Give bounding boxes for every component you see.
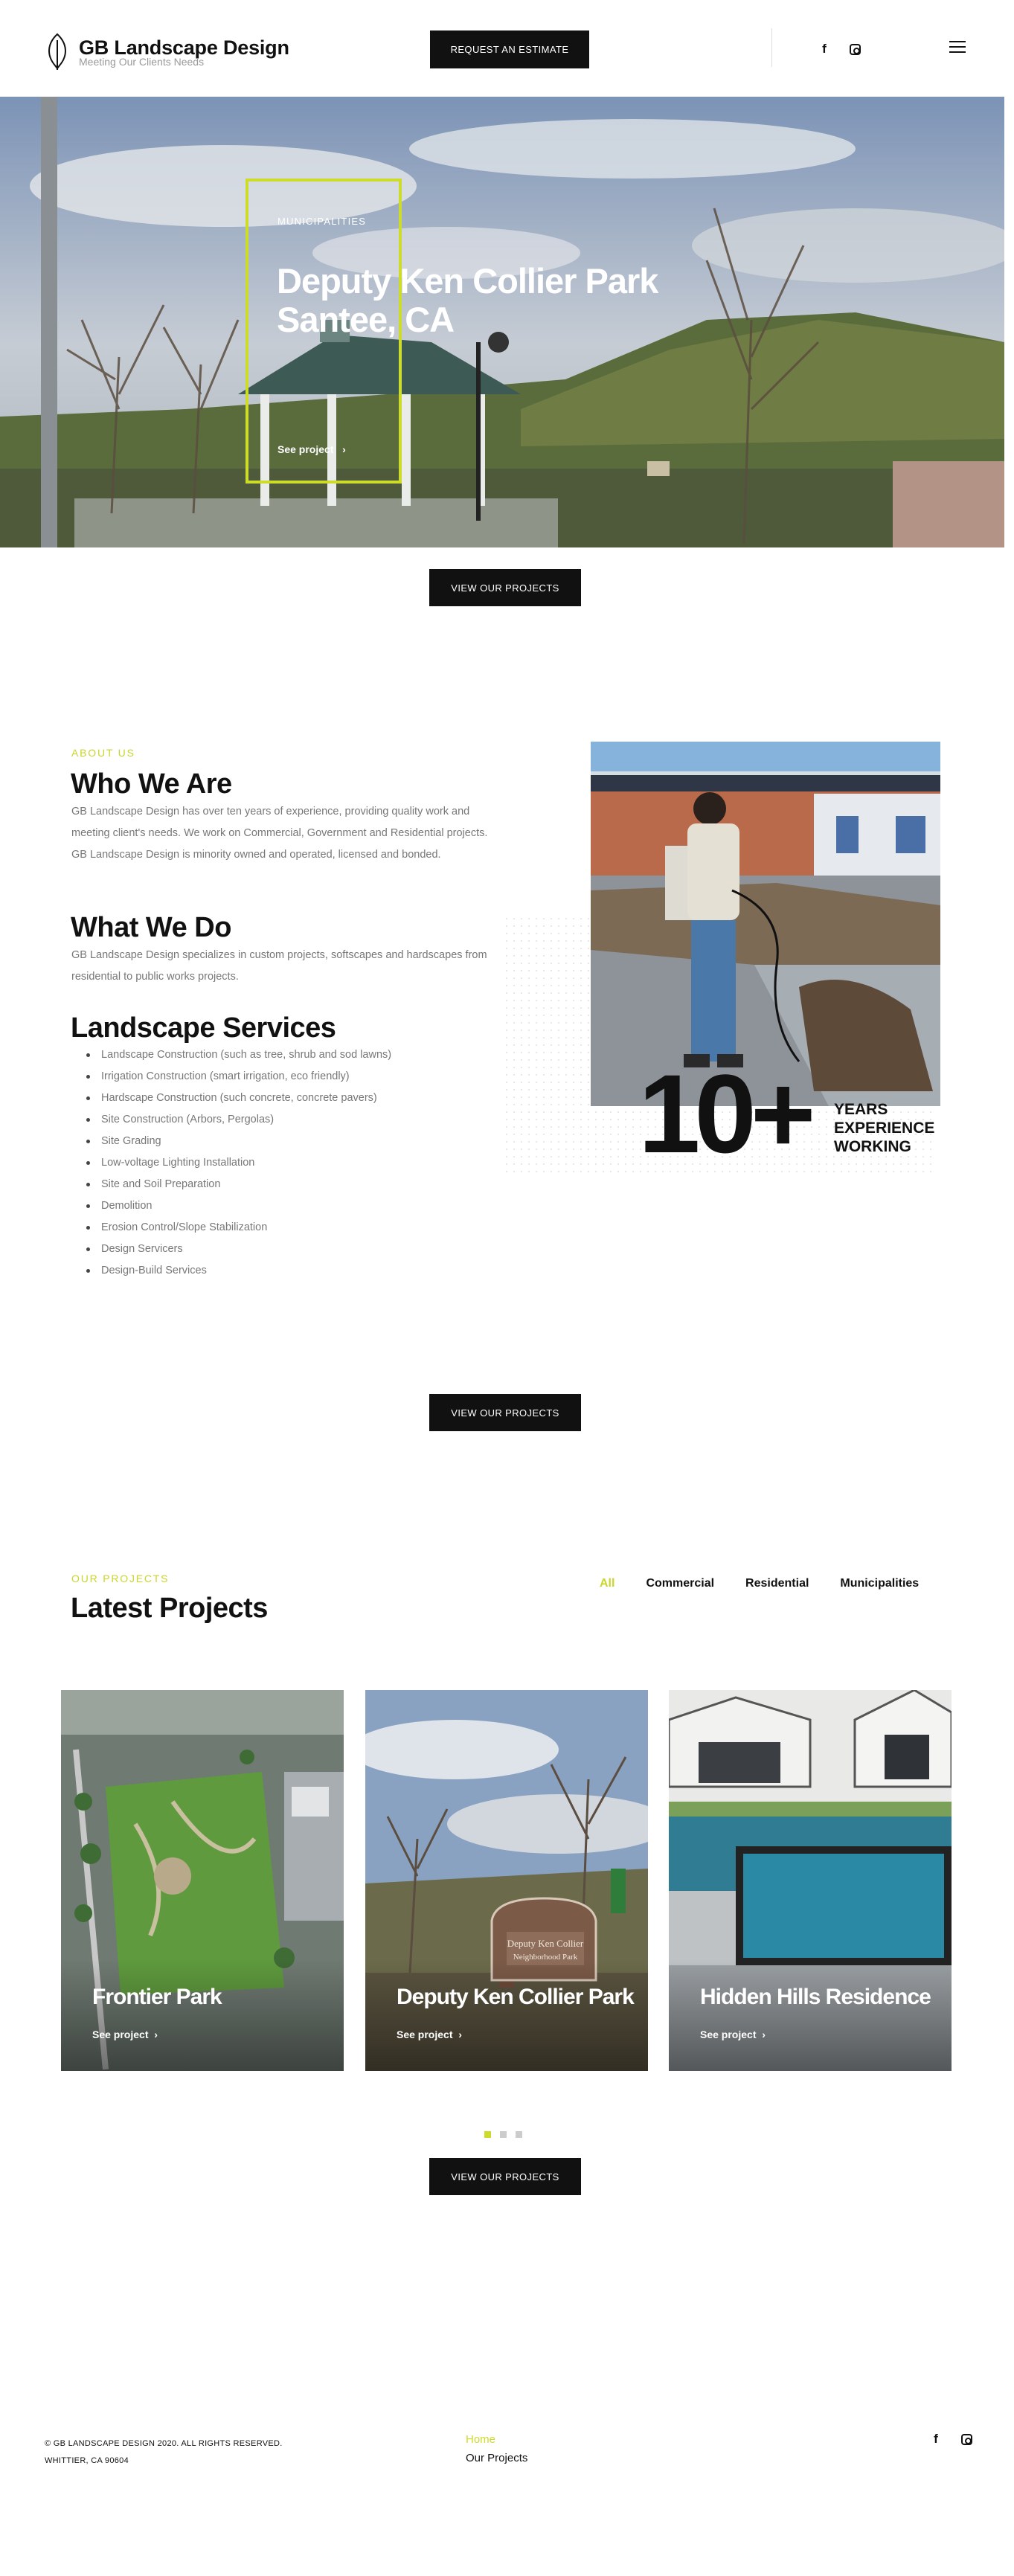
pager-dot-2[interactable]	[500, 2131, 507, 2138]
landscape-services-title: Landscape Services	[71, 1012, 336, 1044]
what-we-do-text: GB Landscape Design specializes in custo…	[71, 949, 487, 983]
what-we-do-title: What We Do	[71, 912, 231, 943]
logo-tagline: Meeting Our Clients Needs	[79, 56, 205, 68]
project-card-deputy-ken-collier-park[interactable]: Deputy Ken Collier Neighborhood Park Dep…	[365, 1690, 648, 2071]
hero-title: Deputy Ken Collier Park Santee, CA	[277, 262, 738, 339]
park-sign-line1: Deputy Ken Collier	[507, 1938, 584, 1949]
list-item: Demolition	[86, 1195, 391, 1217]
project-filters: All Commercial Residential Municipalitie…	[600, 1577, 919, 1590]
project-card-title: Deputy Ken Collier Park	[397, 1985, 635, 2009]
filter-municipalities[interactable]: Municipalities	[840, 1577, 919, 1590]
list-item: Site Construction (Arbors, Pergolas)	[86, 1109, 391, 1131]
about-kicker: ABOUT US	[71, 747, 135, 759]
site-header: GB Landscape Design Meeting Our Clients …	[0, 0, 1014, 97]
view-projects-button-bottom[interactable]: VIEW OUR PROJECTS	[429, 2158, 581, 2195]
project-card-hidden-hills-residence[interactable]: Hidden Hills Residence See project ›	[669, 1690, 952, 2071]
list-item: Irrigation Construction (smart irrigatio…	[86, 1066, 391, 1088]
hero-see-project-label: See project	[277, 443, 334, 455]
project-card-title: Hidden Hills Residence	[700, 1985, 931, 2009]
project-card-link-label: See project	[700, 2029, 757, 2040]
years-number: 10+	[638, 1051, 815, 1176]
filter-residential[interactable]: Residential	[745, 1577, 809, 1590]
chevron-right-icon: ›	[336, 443, 346, 455]
years-label-line3: WORKING	[834, 1138, 911, 1155]
instagram-icon[interactable]	[850, 43, 861, 55]
hero-see-project-link[interactable]: See project ›	[277, 443, 346, 455]
pager-dot-1[interactable]	[484, 2131, 491, 2138]
card-shade	[61, 1959, 344, 2071]
projects-pager	[484, 2131, 522, 2138]
who-we-are-text: GB Landscape Design has over ten years o…	[71, 806, 488, 861]
project-card-link-label: See project	[92, 2029, 149, 2040]
chevron-right-icon: ›	[148, 2029, 158, 2040]
pager-dot-3[interactable]	[516, 2131, 522, 2138]
projects-kicker: OUR PROJECTS	[71, 1573, 170, 1584]
list-item: Site Grading	[86, 1131, 391, 1152]
footer-nav-our-projects[interactable]: Our Projects	[466, 2452, 527, 2464]
project-card-link[interactable]: See project ›	[700, 2029, 766, 2040]
facebook-icon[interactable]: f	[817, 42, 832, 57]
services-list: Landscape Construction (such as tree, sh…	[86, 1044, 391, 1282]
list-item: Design-Build Services	[86, 1260, 391, 1282]
years-label-line2: EXPERIENCE	[834, 1120, 935, 1137]
project-card-link[interactable]: See project ›	[92, 2029, 158, 2040]
chevron-right-icon: ›	[452, 2029, 462, 2040]
hamburger-menu-icon[interactable]	[949, 41, 966, 53]
footer-nav-home[interactable]: Home	[466, 2433, 495, 2446]
who-we-are-title: Who We Are	[71, 768, 232, 800]
leaf-logo-icon	[48, 33, 66, 70]
years-label-line1: YEARS	[834, 1101, 888, 1118]
footer-copyright: © GB LANDSCAPE DESIGN 2020. ALL RIGHTS R…	[45, 2439, 283, 2448]
logo[interactable]: GB Landscape Design Meeting Our Clients …	[45, 33, 289, 71]
card-shade	[669, 1959, 952, 2071]
facebook-icon[interactable]: f	[928, 2432, 943, 2447]
footer-social-links: f	[928, 2432, 972, 2447]
list-item: Design Servicers	[86, 1239, 391, 1260]
chevron-right-icon: ›	[756, 2029, 766, 2040]
project-card-link-label: See project	[397, 2029, 453, 2040]
card-shade	[365, 1959, 648, 2071]
header-divider	[771, 28, 772, 67]
list-item: Erosion Control/Slope Stabilization	[86, 1217, 391, 1239]
list-item: Hardscape Construction (such concrete, c…	[86, 1088, 391, 1109]
view-projects-button-middle[interactable]: VIEW OUR PROJECTS	[429, 1394, 581, 1431]
list-item: Landscape Construction (such as tree, sh…	[86, 1044, 391, 1066]
header-social-links: f	[817, 42, 861, 57]
view-projects-button-top[interactable]: VIEW OUR PROJECTS	[429, 569, 581, 606]
footer-address: WHITTIER, CA 90604	[45, 2456, 129, 2465]
years-label: YEARS EXPERIENCE WORKING	[834, 1100, 934, 1156]
project-card-link[interactable]: See project ›	[397, 2029, 462, 2040]
project-card-title: Frontier Park	[92, 1985, 222, 2009]
hero-slider: MUNICIPALITIES Deputy Ken Collier Park S…	[0, 97, 1004, 547]
list-item: Site and Soil Preparation	[86, 1174, 391, 1195]
instagram-icon[interactable]	[961, 2433, 972, 2445]
hero-category: MUNICIPALITIES	[277, 216, 367, 227]
project-card-frontier-park[interactable]: Frontier Park See project ›	[61, 1690, 344, 2071]
list-item: Low-voltage Lighting Installation	[86, 1152, 391, 1174]
filter-commercial[interactable]: Commercial	[646, 1577, 714, 1590]
request-estimate-button[interactable]: REQUEST AN ESTIMATE	[430, 30, 589, 68]
filter-all[interactable]: All	[600, 1577, 615, 1590]
hero-title-line2: Santee, CA	[277, 300, 455, 339]
hero-title-line1: Deputy Ken Collier Park	[277, 261, 658, 301]
latest-projects-title: Latest Projects	[71, 1593, 268, 1624]
